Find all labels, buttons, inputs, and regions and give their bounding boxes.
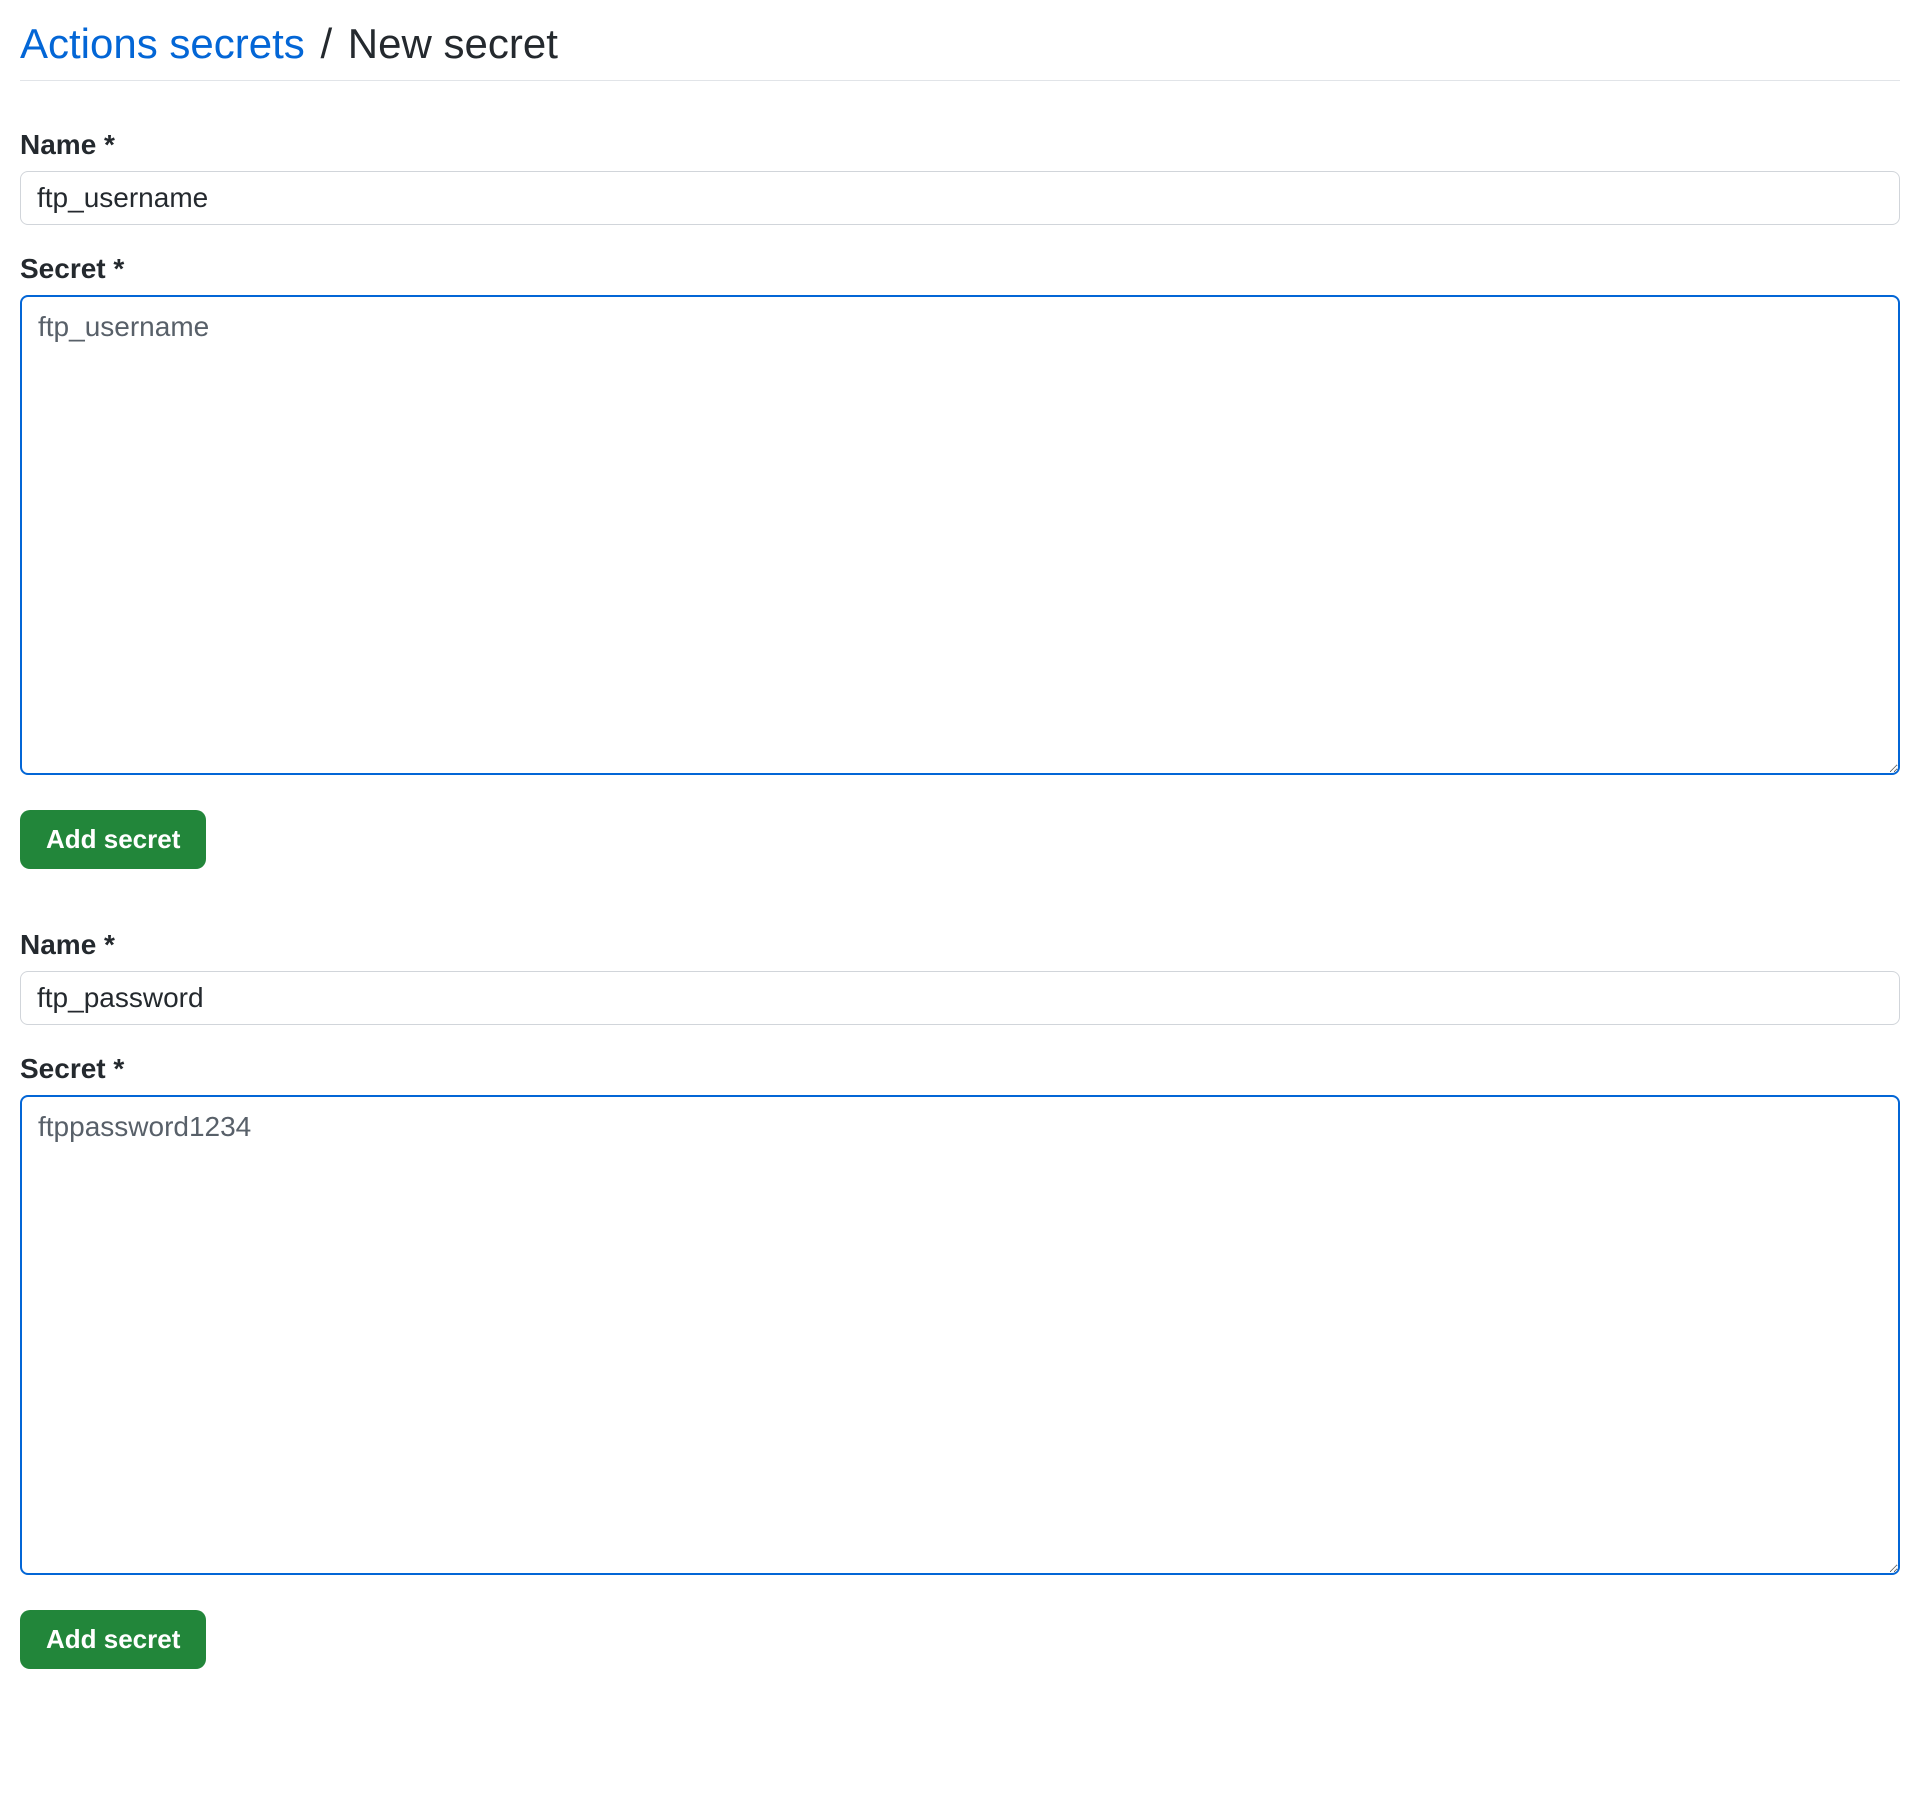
secret-form: Name * Secret * Add secret: [20, 129, 1900, 869]
name-input[interactable]: [20, 971, 1900, 1025]
name-input[interactable]: [20, 171, 1900, 225]
secret-textarea[interactable]: [20, 295, 1900, 775]
add-secret-button[interactable]: Add secret: [20, 810, 206, 869]
name-label: Name *: [20, 929, 1900, 961]
secret-form: Name * Secret * Add secret: [20, 929, 1900, 1669]
secret-label: Secret *: [20, 1053, 1900, 1085]
page-header: Actions secrets / New secret: [20, 20, 1900, 81]
secret-label: Secret *: [20, 253, 1900, 285]
breadcrumb-current: New secret: [348, 20, 558, 67]
breadcrumb-link[interactable]: Actions secrets: [20, 20, 305, 67]
secret-textarea[interactable]: [20, 1095, 1900, 1575]
name-label: Name *: [20, 129, 1900, 161]
breadcrumb-separator: /: [320, 20, 332, 67]
add-secret-button[interactable]: Add secret: [20, 1610, 206, 1669]
